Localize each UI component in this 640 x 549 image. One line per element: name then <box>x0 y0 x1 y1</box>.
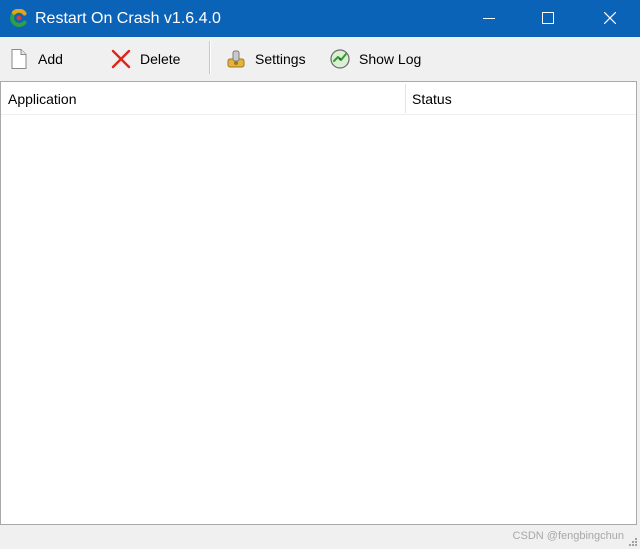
delete-label: Delete <box>140 50 181 67</box>
delete-button[interactable]: Delete <box>110 37 180 80</box>
close-icon <box>604 12 616 24</box>
maximize-button[interactable] <box>525 0 571 37</box>
column-header-status[interactable]: Status <box>412 82 452 114</box>
red-x-icon <box>111 49 131 68</box>
show-log-label: Show Log <box>359 50 422 67</box>
add-button[interactable]: Add <box>8 37 63 80</box>
app-logo-icon <box>10 9 27 27</box>
show-log-button[interactable]: Show Log <box>329 37 421 80</box>
toolbar-separator <box>209 41 211 74</box>
minimize-button[interactable] <box>466 0 512 37</box>
document-icon <box>11 48 27 69</box>
status-bar: CSDN @fengbingchun <box>0 525 640 549</box>
close-button[interactable] <box>587 0 633 37</box>
settings-label: Settings <box>255 50 306 67</box>
watermark-text: CSDN @fengbingchun <box>512 530 624 542</box>
maximize-icon <box>542 12 554 24</box>
add-label: Add <box>38 50 63 67</box>
application-list[interactable]: Application Status <box>0 81 637 525</box>
list-header: Application Status <box>1 82 636 115</box>
settings-button[interactable]: Settings <box>225 37 306 80</box>
resize-grip-icon[interactable] <box>628 537 638 547</box>
title-bar[interactable]: Restart On Crash v1.6.4.0 <box>0 0 640 37</box>
window-title: Restart On Crash v1.6.4.0 <box>35 10 221 27</box>
column-header-application[interactable]: Application <box>8 82 77 114</box>
minimize-icon <box>483 18 495 19</box>
toolbar: Add Delete Settings Show Log <box>0 37 640 80</box>
settings-icon <box>227 50 245 67</box>
column-divider[interactable] <box>405 84 406 113</box>
log-icon <box>330 48 350 69</box>
